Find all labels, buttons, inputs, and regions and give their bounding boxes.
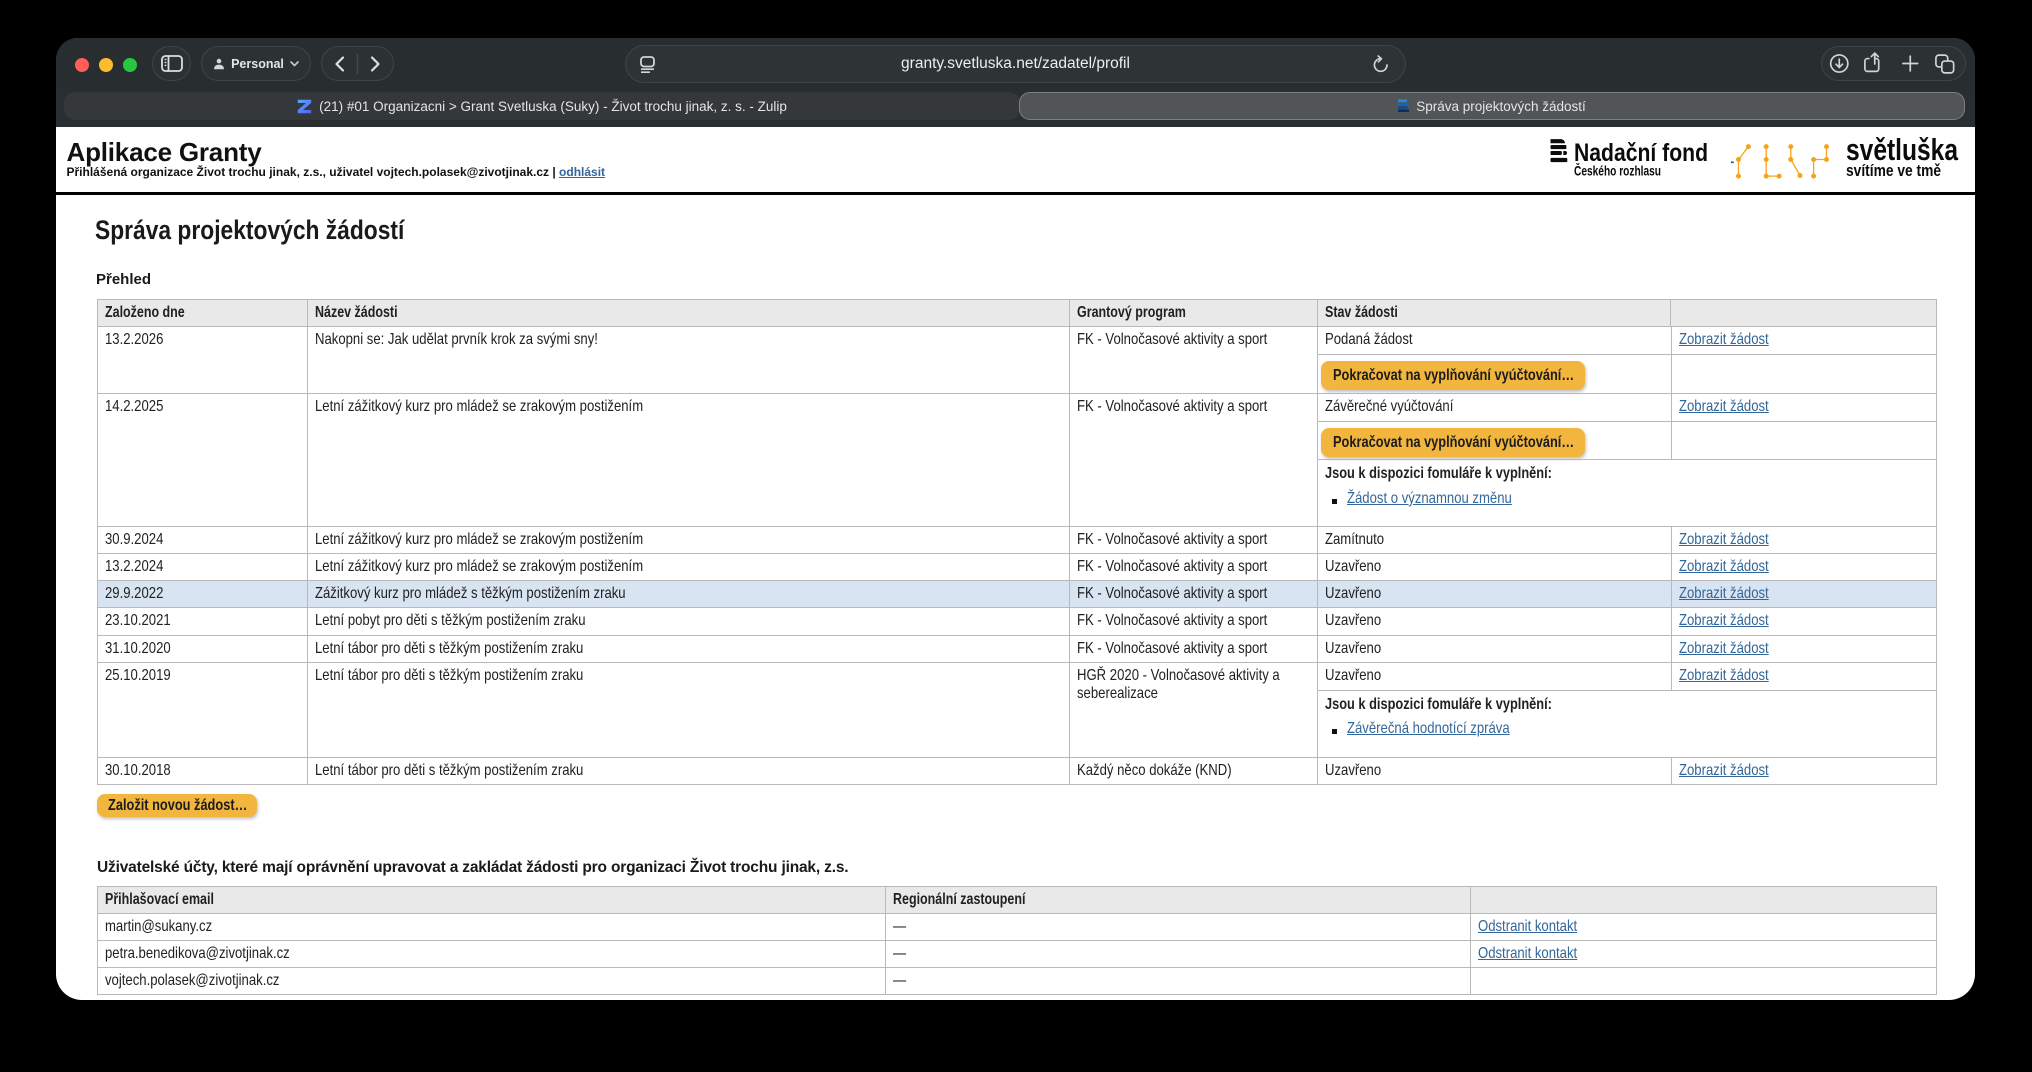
svg-text:svítíme ve tmě: svítíme ve tmě xyxy=(1846,161,1941,180)
svg-text:Českého rozhlasu: Českého rozhlasu xyxy=(1574,164,1661,179)
